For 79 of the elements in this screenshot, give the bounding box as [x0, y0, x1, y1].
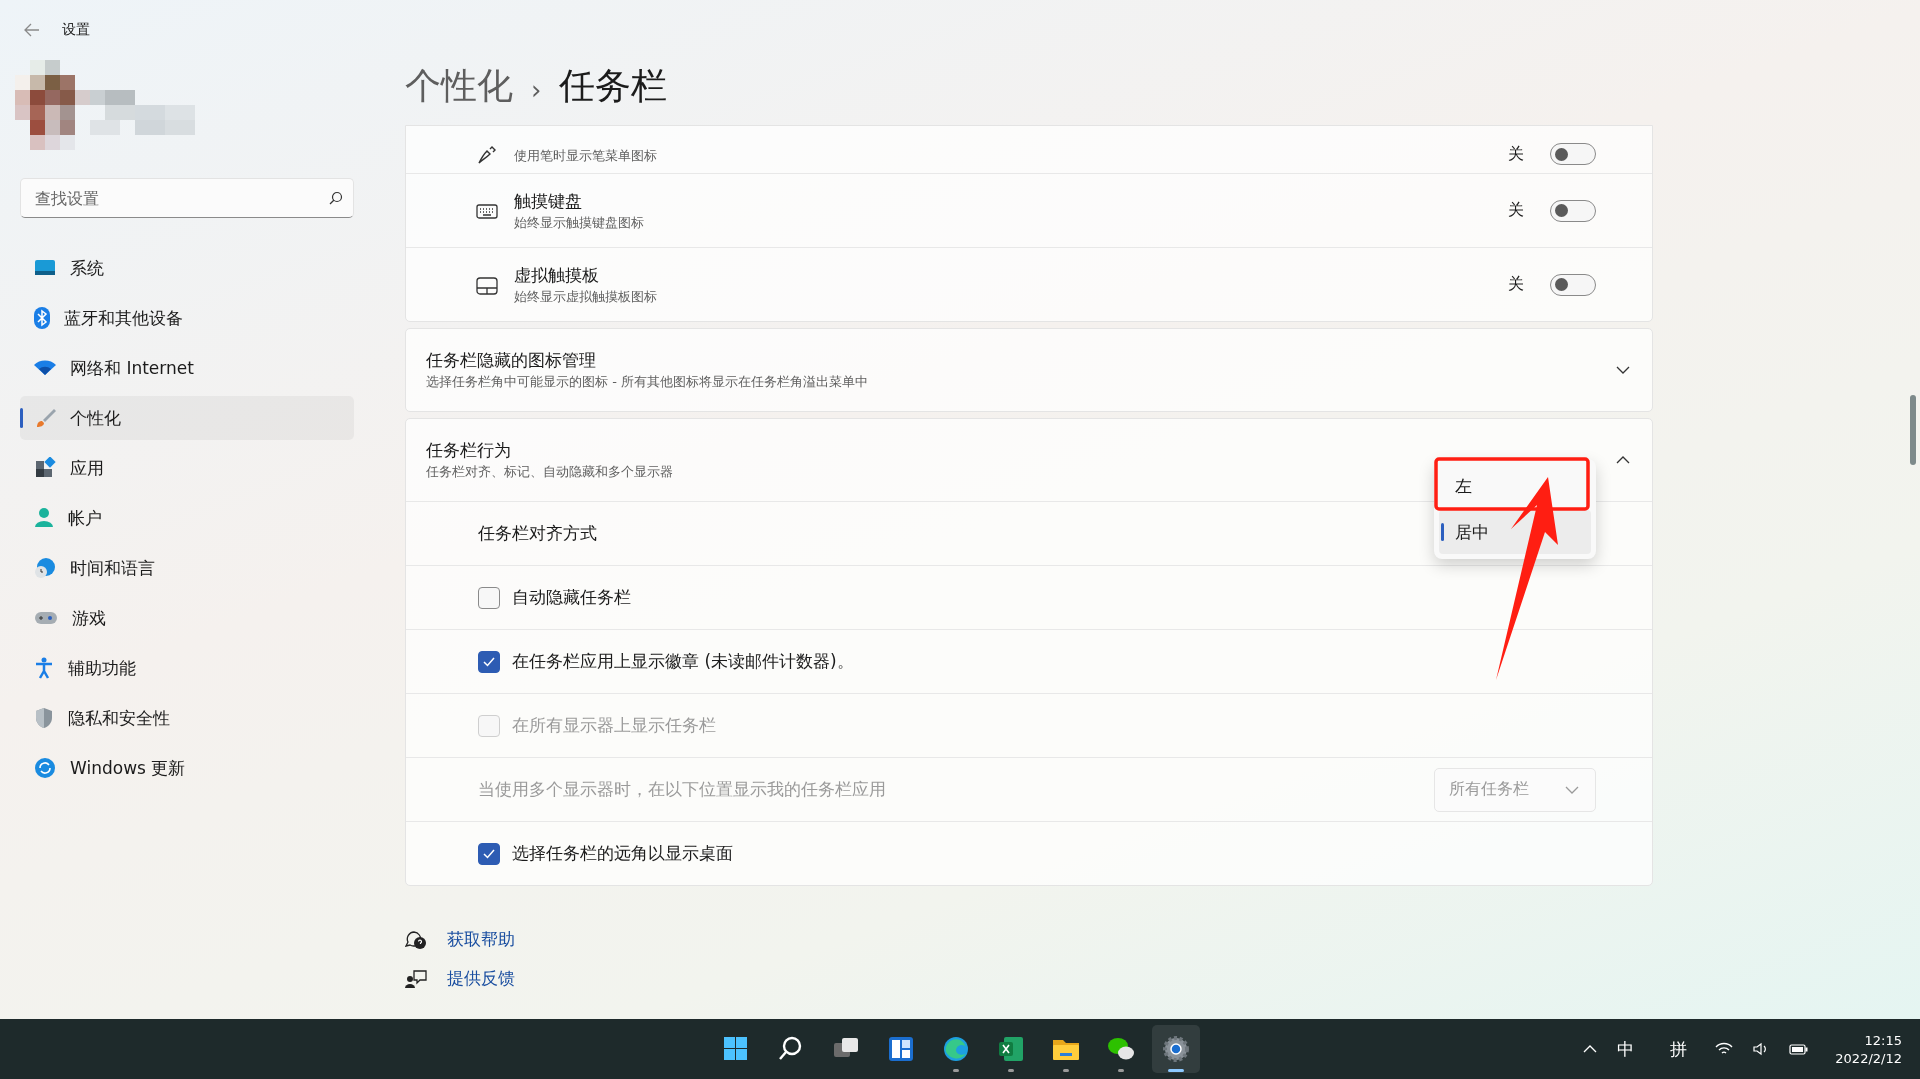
accessibility-icon — [34, 657, 54, 679]
gamepad-icon — [34, 610, 58, 626]
input-method-indicator[interactable]: 中 — [1617, 1037, 1635, 1061]
toggle-switch[interactable] — [1550, 273, 1596, 296]
checkbox[interactable] — [478, 650, 500, 673]
toggle-state: 关 — [1508, 274, 1524, 295]
scrollbar-thumb[interactable] — [1910, 395, 1916, 465]
clock-date[interactable]: 2022/2/12 — [1835, 1050, 1902, 1066]
display-icon — [34, 259, 56, 277]
search-field[interactable]: 查找设置 — [33, 187, 329, 209]
browser-icon — [941, 1034, 971, 1064]
wifi-icon[interactable] — [1715, 1042, 1734, 1056]
battery-icon[interactable] — [1789, 1042, 1810, 1056]
shield-icon — [34, 707, 54, 729]
section-description: 选择任务栏角中可能显示的图标 - 所有其他图标将显示在任务栏角溢出菜单中 — [426, 373, 869, 391]
sync-icon — [34, 757, 56, 779]
nav-item[interactable]: 网络和 Internet — [20, 346, 354, 390]
checkbox[interactable] — [478, 586, 500, 609]
setting-title: 虚拟触摸板 — [514, 263, 600, 287]
nav-item[interactable]: 个性化 — [20, 396, 354, 440]
toggle-state: 关 — [1508, 144, 1524, 165]
paintbrush-icon — [34, 407, 56, 429]
setting-description: 始终显示触摸键盘图标 — [514, 213, 645, 232]
help-link[interactable]: 获取帮助 — [447, 928, 515, 951]
taskbar-app[interactable] — [1152, 1025, 1200, 1073]
setting-label: 当使用多个显示器时，在以下位置显示我的任务栏应用 — [478, 778, 887, 801]
section-title: 任务栏行为 — [426, 439, 512, 462]
nav-item[interactable]: 蓝牙和其他设备 — [20, 296, 354, 340]
help-link[interactable]: 提供反馈 — [447, 967, 515, 990]
chevron-icon — [1583, 1045, 1598, 1053]
nav-item[interactable]: 帐户 — [20, 496, 354, 540]
checkbox-label: 选择任务栏的远角以显示桌面 — [512, 842, 733, 865]
toggle-switch[interactable] — [1550, 143, 1596, 165]
widgets-icon — [886, 1034, 916, 1064]
chevron-icon — [1616, 366, 1630, 374]
toggle-switch[interactable] — [1550, 199, 1596, 222]
page-title: 任务栏 — [559, 64, 668, 108]
checkbox-label: 自动隐藏任务栏 — [512, 586, 631, 609]
touchpad-icon — [476, 274, 498, 295]
nav-item[interactable]: 游戏 — [20, 596, 354, 640]
gear-icon — [1161, 1034, 1191, 1064]
globe-clock-icon — [34, 557, 56, 579]
nav-item[interactable]: 应用 — [20, 446, 354, 490]
chevron-icon — [1565, 785, 1579, 794]
section-description: 任务栏对齐、标记、自动隐藏和多个显示器 — [426, 463, 674, 481]
window-title: 设置 — [62, 21, 90, 39]
section-title: 任务栏隐藏的图标管理 — [426, 349, 597, 372]
search-box[interactable]: 查找设置 — [20, 178, 354, 218]
input-method-indicator[interactable]: 拼 — [1670, 1037, 1688, 1061]
wifi-icon — [34, 360, 56, 376]
checkbox-label: 在所有显示器上显示任务栏 — [512, 714, 716, 737]
help-icon — [405, 929, 427, 950]
breadcrumb-separator: › — [531, 75, 542, 105]
setting-label: 任务栏对齐方式 — [478, 522, 597, 545]
setting-description: 始终显示虚拟触摸板图标 — [514, 287, 658, 306]
checkbox[interactable] — [478, 842, 500, 865]
setting-description: 使用笔时显示笔菜单图标 — [514, 147, 658, 165]
checkbox-label: 在任务栏应用上显示徽章 (未读邮件计数器)。 — [512, 650, 854, 673]
bluetooth-icon — [34, 307, 50, 329]
nav-item[interactable]: 辅助功能 — [20, 646, 354, 690]
feedback-icon — [405, 968, 427, 989]
apps-icon — [34, 457, 56, 479]
setting-title: 触摸键盘 — [514, 189, 583, 213]
nav-item[interactable]: 隐私和安全性 — [20, 696, 354, 740]
person-icon — [34, 507, 54, 529]
chevron-icon — [1616, 456, 1630, 464]
check-icon — [483, 656, 495, 667]
search-icon — [329, 191, 343, 205]
toggle-state: 关 — [1508, 200, 1524, 221]
breadcrumb-parent[interactable]: 个性化 — [405, 62, 513, 111]
nav-item[interactable]: 时间和语言 — [20, 546, 354, 590]
spreadsheet-icon — [996, 1034, 1026, 1064]
pen-icon — [476, 145, 498, 165]
nav-item[interactable]: Windows 更新 — [20, 746, 354, 790]
clock-time[interactable]: 12:15 — [1864, 1032, 1902, 1048]
check-icon — [483, 848, 495, 859]
nav-item[interactable]: 系统 — [20, 246, 354, 290]
menu-item[interactable]: 左 — [1439, 464, 1591, 508]
back-icon[interactable] — [24, 23, 40, 37]
